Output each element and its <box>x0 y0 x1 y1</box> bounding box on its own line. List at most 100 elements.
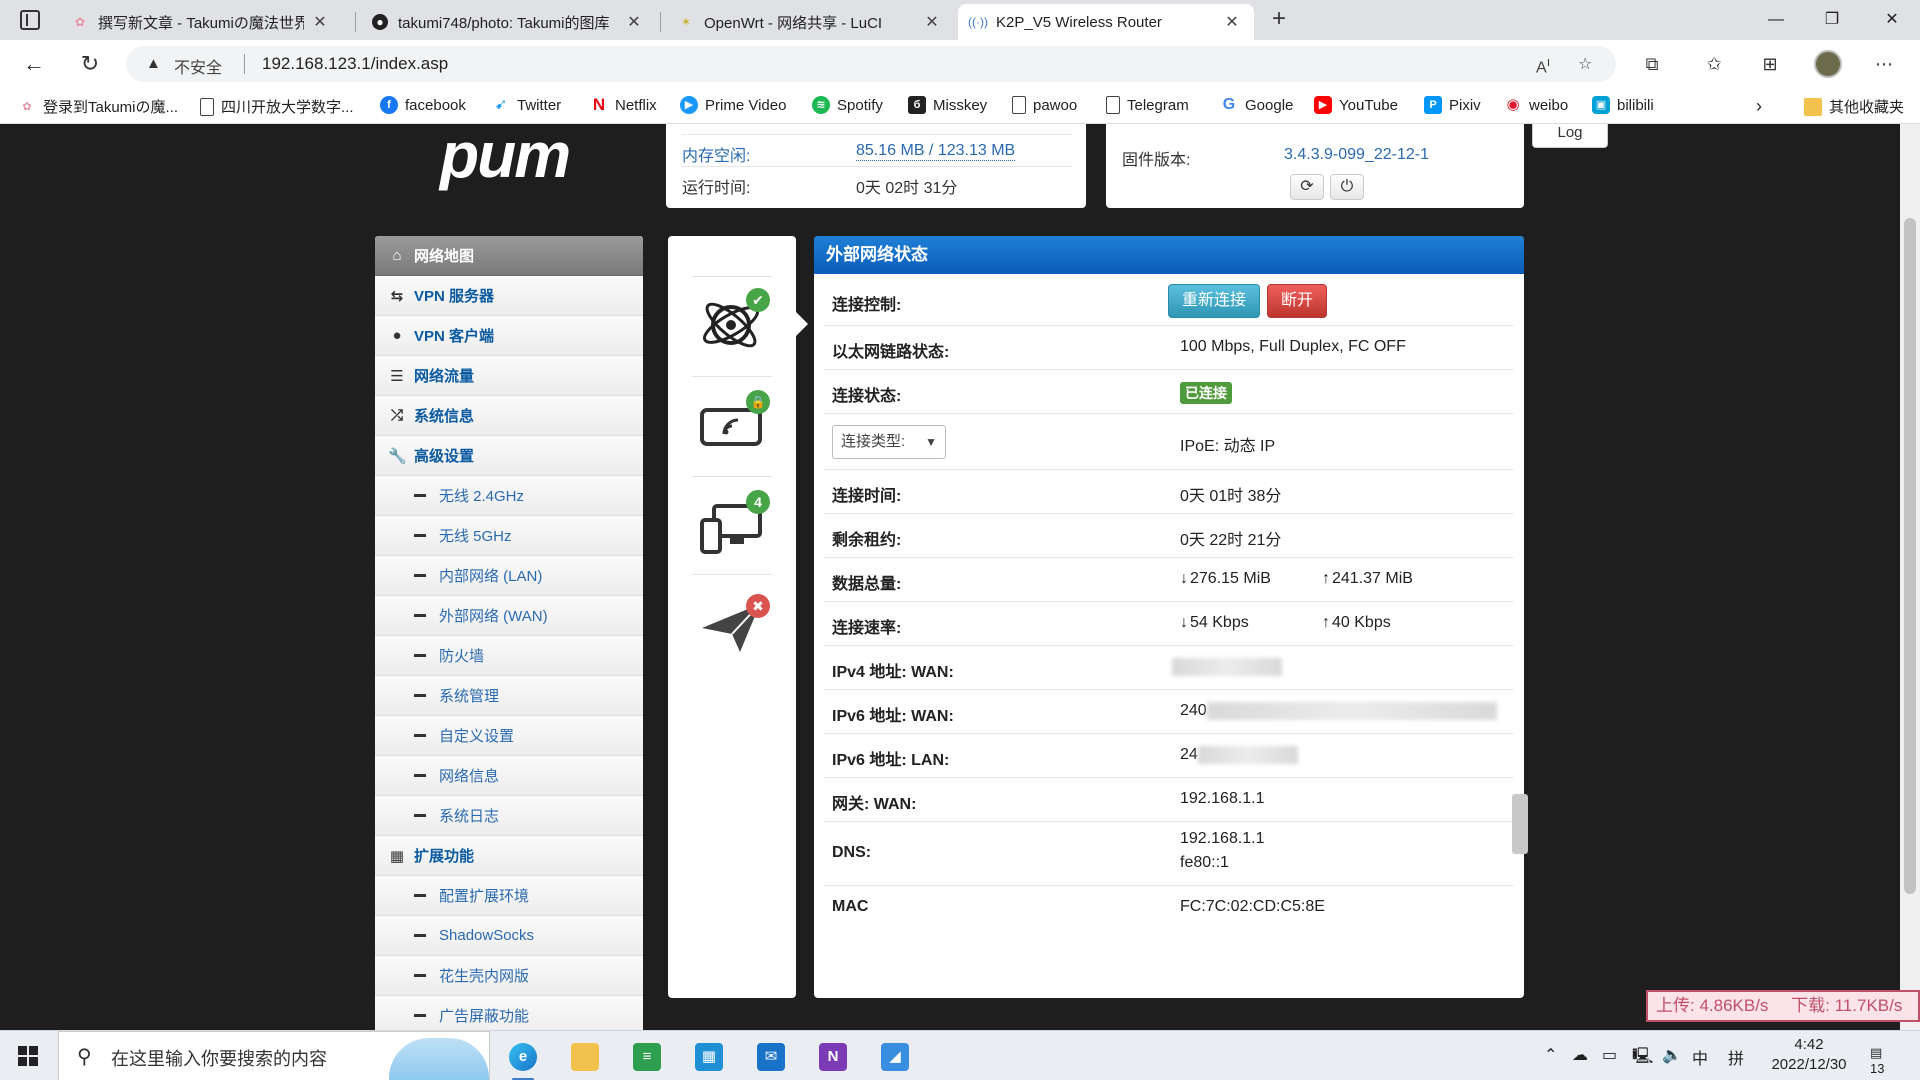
other-bookmarks-folder[interactable]: 其他收藏夹 <box>1804 96 1904 117</box>
taskbar-mail[interactable]: ✉ <box>746 1037 796 1077</box>
taskbar-search[interactable]: ⚲ 在这里输入你要搜索的内容 <box>58 1031 490 1080</box>
taskbar-onenote[interactable]: N <box>808 1037 858 1077</box>
bookmark-sichuan-open-university[interactable]: 四川开放大学数字... <box>200 96 354 117</box>
menu-system-info[interactable]: ⤮ 系统信息 <box>375 396 643 436</box>
onedrive-icon[interactable]: ☁ <box>1572 1045 1588 1065</box>
extensions-icon[interactable]: ⧉ <box>1640 52 1664 76</box>
omnibox[interactable]: ▲ 不安全 192.168.123.1/index.asp Aı ☆ <box>126 46 1616 82</box>
minimize-button[interactable]: — <box>1748 0 1804 40</box>
collections-icon[interactable]: ⊞ <box>1758 52 1782 76</box>
taskbar-app[interactable]: ◢ <box>870 1037 920 1077</box>
close-window-button[interactable]: ✕ <box>1864 0 1920 40</box>
insecure-label[interactable]: 不安全 <box>174 54 222 78</box>
start-button[interactable] <box>18 1046 38 1066</box>
taskbar-file-explorer[interactable] <box>560 1037 610 1077</box>
tray-overflow-chevron-icon[interactable]: ⌃ <box>1544 1045 1557 1065</box>
clients-status-button[interactable]: 4 <box>700 490 770 558</box>
bookmark-netflix[interactable]: N Netflix <box>590 96 657 114</box>
ime-layout[interactable]: 拼 <box>1728 1045 1744 1069</box>
reboot-button[interactable]: ⟳ <box>1290 174 1324 200</box>
menu-oray-phtunnel[interactable]: 花生壳内网版 <box>375 956 643 996</box>
tab-k2p-router[interactable]: ((·)) K2P_V5 Wireless Router ✕ <box>958 4 1254 40</box>
wireless-status-button[interactable]: 🔒 <box>700 390 770 456</box>
menu-wireless-24ghz[interactable]: 无线 2.4GHz <box>375 476 643 516</box>
menu-extensions[interactable]: ▦ 扩展功能 <box>375 836 643 876</box>
reconnect-button[interactable]: 重新连接 <box>1168 284 1260 318</box>
firmware-version[interactable]: 3.4.3.9-099_22-12-1 <box>1284 146 1429 164</box>
bookmark-pixiv[interactable]: P Pixiv <box>1424 96 1481 114</box>
favorites-icon[interactable]: ✩ <box>1702 52 1726 76</box>
menu-wan[interactable]: 外部网络 (WAN) <box>375 596 643 636</box>
network-icon[interactable]: 🖳 <box>1632 1045 1653 1072</box>
memory-free-label[interactable]: 内存空闲: <box>682 142 751 167</box>
menu-network-map[interactable]: ⌂ 网络地图 <box>375 236 643 276</box>
tab-blog-editor[interactable]: ✿ 撰写新文章 - Takumiの魔法世界 ✕ <box>60 4 342 40</box>
bookmark-twitter[interactable]: ➹ Twitter <box>492 96 561 114</box>
ime-mode[interactable]: 中 <box>1692 1045 1708 1069</box>
profile-avatar[interactable] <box>1814 50 1842 78</box>
vertical-tabs-icon[interactable] <box>20 10 40 30</box>
log-button[interactable]: Log <box>1532 124 1608 148</box>
bookmark-bilibili[interactable]: ▣ bilibili <box>1592 96 1654 114</box>
memory-free-value[interactable]: 85.16 MB / 123.13 MB <box>856 142 1016 161</box>
bookmark-weibo[interactable]: ◉ weibo <box>1504 96 1568 114</box>
battery-icon[interactable]: ▭ <box>1602 1045 1617 1065</box>
download-speed: 下载: 11.7KB/s <box>1791 996 1903 1015</box>
menu-ad-block[interactable]: 广告屏蔽功能 <box>375 996 643 1030</box>
tab-openwrt-luci[interactable]: ✶ OpenWrt - 网络共享 - LuCI ✕ <box>666 4 954 40</box>
bookmark-takumi-login[interactable]: ✿ 登录到Takumiの魔... <box>18 96 178 117</box>
restore-button[interactable]: ❐ <box>1804 0 1860 40</box>
taskbar-store[interactable]: ▦ <box>684 1037 734 1077</box>
close-tab-icon[interactable]: ✕ <box>624 12 644 32</box>
more-menu-icon[interactable]: ⋯ <box>1872 52 1896 76</box>
connection-type-select[interactable]: 连接类型: ▼ <box>832 425 946 459</box>
read-aloud-icon[interactable]: Aı <box>1536 54 1550 77</box>
menu-shadowsocks[interactable]: ShadowSocks <box>375 916 643 956</box>
menu-lan[interactable]: 内部网络 (LAN) <box>375 556 643 596</box>
close-tab-icon[interactable]: ✕ <box>922 12 942 32</box>
taskbar-edge[interactable]: e <box>498 1037 548 1080</box>
usb-status-button[interactable]: ✖ <box>700 594 770 658</box>
close-tab-icon[interactable]: ✕ <box>310 12 330 32</box>
menu-wireless-5ghz[interactable]: 无线 5GHz <box>375 516 643 556</box>
notification-center[interactable]: ▤ 13 <box>1870 1045 1900 1076</box>
new-tab-button[interactable]: + <box>1265 6 1293 34</box>
menu-vpn-client[interactable]: ● VPN 客户端 <box>375 316 643 356</box>
bookmark-google[interactable]: G Google <box>1220 96 1294 114</box>
warning-icon[interactable]: ▲ <box>146 55 161 72</box>
add-favorite-icon[interactable]: ☆ <box>1578 54 1592 74</box>
bookmark-prime-video[interactable]: ▶ Prime Video <box>680 96 786 114</box>
taskbar-notes-app[interactable]: ≡ <box>622 1037 672 1077</box>
bookmark-misskey[interactable]: б Misskey <box>908 96 987 114</box>
menu-firewall[interactable]: 防火墙 <box>375 636 643 676</box>
disconnect-button[interactable]: 断开 <box>1267 284 1327 318</box>
url-text[interactable]: 192.168.123.1/index.asp <box>262 54 448 74</box>
twitter-icon: ➹ <box>494 96 508 113</box>
menu-network-info[interactable]: 网络信息 <box>375 756 643 796</box>
panel-scroll-handle[interactable] <box>1512 794 1528 854</box>
taskbar-clock[interactable]: 4:42 2022/12/30 <box>1764 1035 1854 1075</box>
reload-button[interactable]: ↻ <box>76 50 104 78</box>
page-scrollbar-thumb[interactable] <box>1904 218 1916 894</box>
bilibili-icon: ▣ <box>1592 96 1610 114</box>
shutdown-button[interactable]: ⏻ <box>1330 174 1364 200</box>
tab-github-photo[interactable]: ● takumi748/photo: Takumi的图库 ✕ <box>360 4 656 40</box>
close-tab-icon[interactable]: ✕ <box>1222 12 1242 32</box>
page-scrollbar[interactable] <box>1900 124 1920 1030</box>
bookmark-pawoo[interactable]: pawoo <box>1012 96 1077 114</box>
bookmark-facebook[interactable]: f facebook <box>380 96 466 114</box>
bookmarks-overflow-chevron-icon[interactable]: › <box>1756 96 1762 117</box>
menu-vpn-server[interactable]: ⇆ VPN 服务器 <box>375 276 643 316</box>
menu-system-admin[interactable]: 系统管理 <box>375 676 643 716</box>
bookmark-spotify[interactable]: ≋ Spotify <box>812 96 883 114</box>
bookmark-telegram[interactable]: Telegram <box>1106 96 1189 114</box>
menu-advanced-settings[interactable]: 🔧 高级设置 <box>375 436 643 476</box>
menu-network-traffic[interactable]: ☰ 网络流量 <box>375 356 643 396</box>
back-button[interactable]: ← <box>20 50 48 78</box>
bookmark-youtube[interactable]: ▶ YouTube <box>1314 96 1398 114</box>
menu-system-log[interactable]: 系统日志 <box>375 796 643 836</box>
volume-icon[interactable]: 🔈 <box>1662 1045 1682 1065</box>
menu-configure-extension-env[interactable]: 配置扩展环境 <box>375 876 643 916</box>
menu-custom-settings[interactable]: 自定义设置 <box>375 716 643 756</box>
internet-status-button[interactable]: ✔ <box>698 288 770 358</box>
